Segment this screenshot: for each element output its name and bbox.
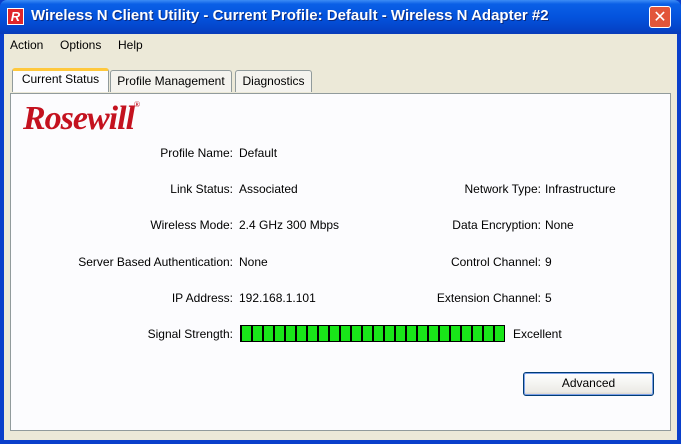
signal-segment: [297, 326, 306, 341]
ip-address-value: 192.168.1.101: [239, 291, 316, 305]
signal-segment: [385, 326, 394, 341]
signal-segment: [429, 326, 438, 341]
signal-segment: [407, 326, 416, 341]
signal-segment: [286, 326, 295, 341]
signal-segment: [253, 326, 262, 341]
signal-strength-value: Excellent: [513, 327, 562, 341]
signal-segment: [462, 326, 471, 341]
tab-profile-management[interactable]: Profile Management: [110, 70, 232, 92]
server-auth-label: Server Based Authentication:: [78, 255, 233, 269]
menu-bar: Action Options Help: [4, 34, 677, 56]
extension-channel-value: 5: [545, 291, 552, 305]
data-encryption-label: Data Encryption:: [452, 218, 541, 232]
tab-diagnostics[interactable]: Diagnostics: [235, 70, 312, 92]
server-auth-value: None: [239, 255, 268, 269]
signal-segment: [275, 326, 284, 341]
wireless-mode-label: Wireless Mode:: [150, 218, 233, 232]
signal-segment: [308, 326, 317, 341]
profile-name-label: Profile Name:: [160, 146, 233, 160]
signal-strength-meter: [240, 325, 505, 342]
rosewill-logo: Rosewill®: [23, 100, 140, 137]
signal-segment: [242, 326, 251, 341]
control-channel-label: Control Channel:: [450, 255, 541, 269]
link-status-label: Link Status:: [170, 182, 233, 196]
signal-segment: [319, 326, 328, 341]
signal-segment: [396, 326, 405, 341]
signal-segment: [363, 326, 372, 341]
tab-current-status[interactable]: Current Status: [12, 68, 109, 92]
signal-segment: [440, 326, 449, 341]
signal-segment: [352, 326, 361, 341]
application-window: R Wireless N Client Utility - Current Pr…: [0, 0, 681, 444]
rosewill-app-icon: R: [7, 8, 24, 25]
link-status-value: Associated: [239, 182, 298, 196]
advanced-button[interactable]: Advanced: [523, 372, 654, 396]
signal-segment: [330, 326, 339, 341]
profile-name-value: Default: [239, 146, 278, 160]
menu-action[interactable]: Action: [10, 38, 43, 52]
signal-segment: [418, 326, 427, 341]
signal-strength-label: Signal Strength:: [147, 327, 233, 341]
wireless-mode-value: 2.4 GHz 300 Mbps: [239, 218, 340, 232]
window-title: Wireless N Client Utility - Current Prof…: [31, 7, 549, 24]
signal-segment: [495, 326, 504, 341]
signal-segment: [451, 326, 460, 341]
data-encryption-value: None: [545, 218, 574, 232]
signal-segment: [341, 326, 350, 341]
menu-help[interactable]: Help: [118, 38, 143, 52]
signal-segment: [374, 326, 383, 341]
close-button[interactable]: ✕: [649, 6, 671, 28]
control-channel-value: 9: [545, 255, 552, 269]
client-area: Action Options Help Current Status Profi…: [4, 34, 677, 440]
menu-options[interactable]: Options: [60, 38, 101, 52]
current-status-panel: Rosewill® Profile Name: Default Link Sta…: [10, 93, 671, 431]
title-bar[interactable]: R Wireless N Client Utility - Current Pr…: [0, 0, 681, 34]
signal-segment: [264, 326, 273, 341]
network-type-label: Network Type:: [464, 182, 541, 196]
signal-segment: [484, 326, 493, 341]
signal-segment: [473, 326, 482, 341]
ip-address-label: IP Address:: [171, 291, 233, 305]
network-type-value: Infrastructure: [545, 182, 616, 196]
extension-channel-label: Extension Channel:: [436, 291, 541, 305]
